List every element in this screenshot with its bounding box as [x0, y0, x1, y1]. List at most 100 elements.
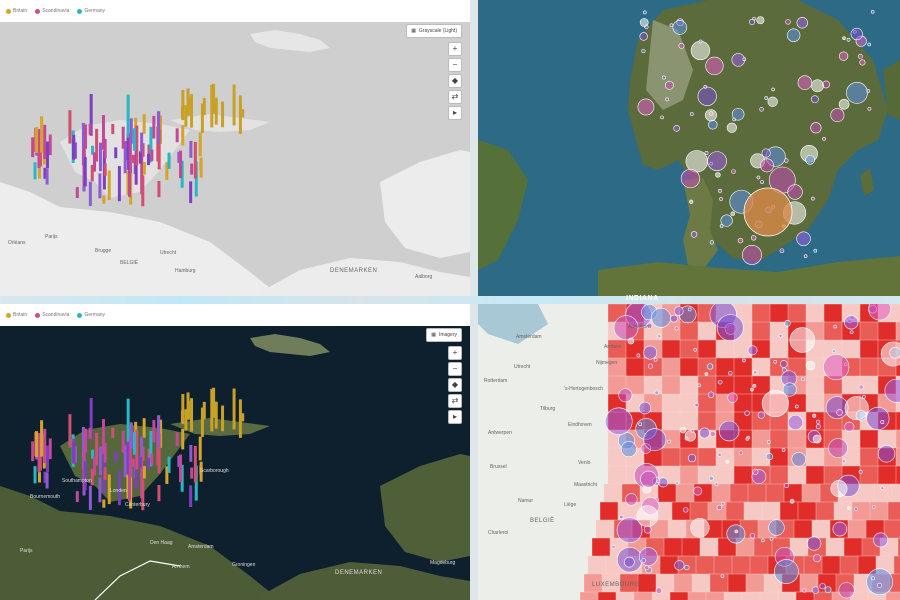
data-bar[interactable]: [190, 398, 194, 432]
data-bar[interactable]: [198, 436, 202, 461]
data-bubble[interactable]: [665, 80, 674, 90]
data-bubble[interactable]: [644, 565, 650, 571]
choropleth-region[interactable]: [697, 411, 717, 431]
data-bubble[interactable]: [811, 79, 824, 93]
data-bar[interactable]: [45, 168, 49, 185]
data-bubble[interactable]: [745, 437, 750, 441]
data-bubble[interactable]: [750, 235, 757, 241]
choropleth-region[interactable]: [667, 519, 687, 539]
data-bubble[interactable]: [716, 504, 723, 511]
data-bubble[interactable]: [673, 124, 680, 132]
data-bubble[interactable]: [847, 506, 851, 510]
data-bubble[interactable]: [726, 122, 737, 133]
data-bubble[interactable]: [838, 98, 850, 110]
data-bubble[interactable]: [752, 16, 756, 21]
data-bubble[interactable]: [717, 452, 722, 457]
data-bubble[interactable]: [684, 430, 696, 442]
data-bubble[interactable]: [778, 333, 783, 338]
data-bubble[interactable]: [812, 413, 817, 418]
data-bubble[interactable]: [870, 10, 875, 14]
data-bubble[interactable]: [620, 441, 637, 458]
choropleth-region[interactable]: [765, 483, 785, 503]
data-bubble[interactable]: [832, 521, 848, 537]
data-bubble[interactable]: [849, 330, 854, 334]
data-bubble[interactable]: [789, 498, 795, 504]
data-bar[interactable]: [147, 457, 151, 470]
choropleth-region[interactable]: [877, 321, 897, 341]
choropleth-region[interactable]: [661, 375, 681, 395]
data-bubble[interactable]: [726, 524, 746, 544]
data-bar[interactable]: [189, 485, 193, 508]
choropleth-region[interactable]: [661, 393, 681, 413]
data-bubble[interactable]: [660, 115, 664, 120]
data-bubble[interactable]: [844, 396, 869, 421]
data-bar[interactable]: [31, 441, 35, 462]
data-bar[interactable]: [141, 175, 145, 207]
data-bubble[interactable]: [761, 148, 771, 158]
data-bubble[interactable]: [721, 501, 725, 506]
data-bubble[interactable]: [810, 95, 819, 104]
data-bubble[interactable]: [734, 529, 739, 534]
data-bar[interactable]: [142, 162, 146, 175]
data-bar[interactable]: [38, 150, 42, 167]
choropleth-region[interactable]: [689, 501, 709, 521]
choropleth-region[interactable]: [715, 375, 735, 395]
data-bubble[interactable]: [761, 390, 789, 418]
data-bubble[interactable]: [639, 18, 649, 27]
choropleth-region[interactable]: [769, 465, 789, 485]
choropleth-region[interactable]: [769, 339, 789, 359]
data-bubble[interactable]: [704, 150, 709, 155]
data-bubble[interactable]: [769, 536, 774, 541]
choropleth-region[interactable]: [661, 411, 681, 431]
choropleth-region[interactable]: [679, 465, 699, 485]
choropleth-region[interactable]: [823, 304, 843, 323]
data-bar[interactable]: [121, 430, 125, 453]
data-bubble[interactable]: [636, 505, 659, 527]
data-bar[interactable]: [126, 94, 130, 138]
data-bubble[interactable]: [760, 180, 764, 184]
data-bar[interactable]: [84, 124, 88, 149]
data-bar[interactable]: [45, 445, 49, 473]
data-bar[interactable]: [111, 123, 115, 135]
data-bubble[interactable]: [832, 349, 836, 354]
data-bubble[interactable]: [838, 51, 849, 61]
choropleth-region[interactable]: [805, 393, 825, 413]
data-bubble[interactable]: [858, 384, 864, 390]
data-bar[interactable]: [167, 152, 171, 169]
data-bubble[interactable]: [846, 81, 868, 104]
data-bubble[interactable]: [859, 59, 866, 66]
data-bubble[interactable]: [731, 107, 745, 121]
data-bar[interactable]: [43, 124, 47, 160]
choropleth-region[interactable]: [877, 465, 897, 485]
choropleth-region[interactable]: [731, 555, 751, 575]
data-bar[interactable]: [147, 153, 151, 166]
choropleth-region[interactable]: [679, 357, 699, 377]
choropleth-region[interactable]: [743, 501, 763, 521]
data-bubble[interactable]: [789, 327, 816, 353]
data-bar[interactable]: [157, 484, 161, 502]
choropleth-region[interactable]: [887, 501, 900, 521]
data-bar[interactable]: [232, 388, 236, 430]
data-bubble[interactable]: [611, 544, 616, 549]
data-bubble[interactable]: [642, 10, 647, 15]
choropleth-region[interactable]: [759, 591, 779, 600]
tilt-button[interactable]: ⇄: [448, 90, 462, 104]
choropleth-region[interactable]: [651, 591, 671, 600]
data-bubble[interactable]: [669, 23, 674, 28]
data-bubble[interactable]: [685, 150, 708, 173]
data-bar[interactable]: [68, 414, 72, 448]
data-bar[interactable]: [202, 97, 206, 116]
choropleth-region[interactable]: [715, 447, 735, 467]
data-bubble[interactable]: [750, 387, 754, 392]
data-bar[interactable]: [150, 453, 154, 465]
data-bar[interactable]: [103, 163, 107, 176]
data-bubble[interactable]: [752, 468, 759, 475]
data-bar[interactable]: [132, 128, 136, 151]
data-bar[interactable]: [98, 173, 102, 199]
data-bubble[interactable]: [725, 459, 730, 464]
choropleth-region[interactable]: [751, 429, 771, 449]
data-bar[interactable]: [190, 94, 194, 128]
choropleth-region[interactable]: [787, 429, 807, 449]
data-bar[interactable]: [88, 485, 92, 510]
panel-choropleth-bubbles[interactable]: Amsterdam Utrecht Rotterdam Tilburg 's-H…: [478, 304, 900, 600]
